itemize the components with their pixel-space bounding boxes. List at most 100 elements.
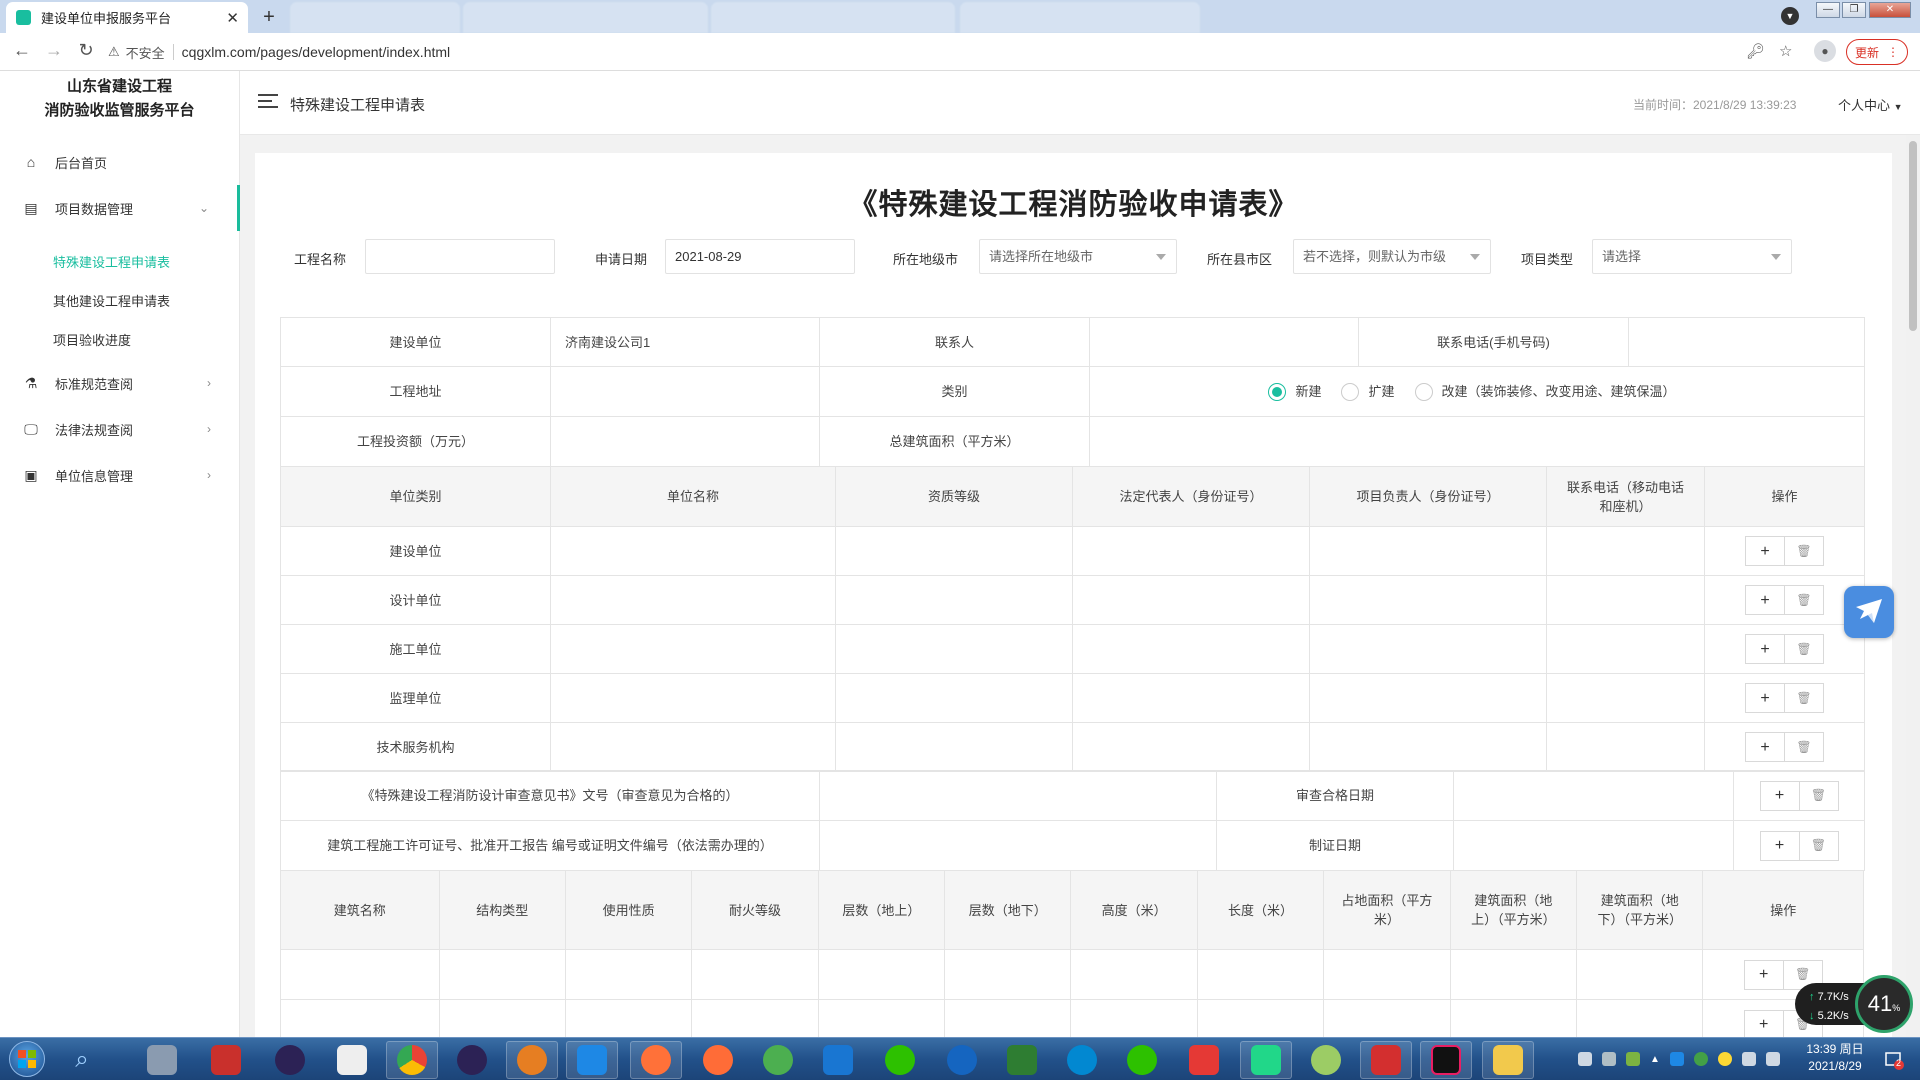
table-cell[interactable]	[835, 624, 1073, 674]
more-menu-icon[interactable]: ⋮	[1887, 45, 1899, 59]
tray-expand-icon[interactable]: ▲	[1650, 1054, 1660, 1065]
wps-icon[interactable]	[1360, 1041, 1412, 1079]
table-cell[interactable]	[1546, 722, 1705, 772]
chrome-icon[interactable]	[386, 1041, 438, 1079]
table-cell[interactable]	[1070, 999, 1198, 1037]
reload-icon[interactable]: ↻	[74, 40, 98, 61]
table-cell[interactable]	[438, 949, 566, 1000]
volume-icon[interactable]	[1741, 1052, 1756, 1066]
table-cell[interactable]	[1309, 575, 1547, 625]
table-cell[interactable]	[550, 673, 836, 723]
table-cell[interactable]	[1449, 949, 1578, 1000]
trash-icon[interactable]: 🗑︎	[1784, 585, 1824, 615]
app-icon[interactable]	[1056, 1041, 1108, 1079]
new-tab-button[interactable]: +	[256, 5, 282, 31]
permit-date-value[interactable]	[1453, 820, 1734, 871]
sidebar-item-home[interactable]: ⌂ 后台首页	[0, 139, 239, 185]
user-center-menu[interactable]: 个人中心 ▼	[1838, 95, 1903, 114]
review-date-value[interactable]	[1453, 770, 1734, 821]
sidebar-subitem-progress[interactable]: 项目验收进度	[0, 321, 239, 360]
update-button[interactable]: 更新 ⋮	[1846, 39, 1908, 65]
scrollbar-thumb[interactable]	[1909, 141, 1917, 331]
taskbar-clock[interactable]: 13:39 周日 2021/8/29	[1790, 1041, 1880, 1075]
table-cell[interactable]	[1309, 624, 1547, 674]
postman-icon[interactable]	[692, 1041, 744, 1079]
folder-icon[interactable]	[1482, 1041, 1534, 1079]
keyboard-icon[interactable]	[1578, 1052, 1592, 1066]
sidebar-item-laws[interactable]: 🖵︎ 法律法规查阅 ›	[0, 406, 239, 452]
table-cell[interactable]	[1323, 999, 1451, 1037]
redis-icon[interactable]	[200, 1041, 252, 1079]
page-scrollbar[interactable]	[1906, 135, 1920, 1037]
trash-icon[interactable]: 🗑︎	[1798, 780, 1839, 811]
table-cell[interactable]	[1546, 526, 1705, 576]
eclipse-icon[interactable]	[264, 1041, 316, 1079]
shield-icon[interactable]	[1669, 1052, 1684, 1066]
url-field[interactable]: ⚠ 不安全 cqgxlm.com/pages/development/index…	[108, 38, 1798, 66]
key-icon[interactable]: 🔑︎	[1746, 42, 1765, 60]
category-radio-expand[interactable]	[1341, 382, 1360, 401]
table-cell[interactable]	[944, 999, 1072, 1037]
maximize-button[interactable]: ❐	[1842, 2, 1866, 18]
plus-icon[interactable]: +	[1745, 683, 1785, 713]
table-cell[interactable]	[550, 624, 836, 674]
hamburger-menu-icon[interactable]	[258, 94, 278, 108]
app-icon[interactable]	[812, 1041, 864, 1079]
table-cell[interactable]	[280, 999, 440, 1037]
table-cell[interactable]	[280, 949, 440, 1000]
table-cell[interactable]	[1576, 949, 1704, 1000]
tray-app-icon[interactable]	[1602, 1052, 1616, 1066]
search-icon[interactable]: ⌕	[56, 1041, 108, 1079]
table-cell[interactable]	[1070, 949, 1198, 1000]
table-cell[interactable]	[691, 949, 819, 1000]
trash-icon[interactable]: 🗑︎	[1784, 732, 1824, 762]
table-cell[interactable]	[817, 949, 946, 1000]
project-type-select[interactable]: 请选择	[1592, 239, 1792, 274]
contact-value[interactable]	[1089, 317, 1359, 367]
plus-icon[interactable]: +	[1759, 780, 1800, 811]
wechat-icon[interactable]	[874, 1041, 926, 1079]
table-cell[interactable]	[1576, 999, 1704, 1037]
firefox-icon[interactable]	[630, 1041, 682, 1079]
forward-icon[interactable]: →	[42, 40, 66, 61]
table-cell[interactable]	[1546, 575, 1705, 625]
app-icon[interactable]	[506, 1041, 558, 1079]
tray-app-icon[interactable]	[1717, 1052, 1732, 1066]
bird-assistant-icon[interactable]	[1844, 586, 1894, 638]
browser-tab-active[interactable]: 建设单位申报服务平台 ✕	[6, 2, 248, 33]
window-close-button[interactable]: ✕	[1869, 2, 1911, 18]
plus-icon[interactable]: +	[1745, 585, 1785, 615]
chat-icon[interactable]	[1300, 1041, 1352, 1079]
table-cell[interactable]	[1449, 999, 1578, 1037]
plus-icon[interactable]: +	[1745, 536, 1785, 566]
apply-date-input[interactable]: 2021-08-29	[665, 239, 855, 274]
profile-avatar-icon[interactable]: ●	[1814, 40, 1836, 62]
table-cell[interactable]	[835, 575, 1073, 625]
table-cell[interactable]	[550, 575, 836, 625]
category-radio-new[interactable]	[1268, 382, 1287, 401]
table-cell[interactable]	[835, 722, 1073, 772]
sidebar-subitem-special[interactable]: 特殊建设工程申请表	[0, 243, 239, 282]
table-cell[interactable]	[1546, 673, 1705, 723]
eclipse-icon[interactable]	[446, 1041, 498, 1079]
network-speed-widget[interactable]: ↑ 7.7K/s ↓ 5.2K/s 41%	[1795, 975, 1915, 1033]
minimize-button[interactable]: —	[1816, 2, 1840, 18]
trash-icon[interactable]: 🗑︎	[1784, 683, 1824, 713]
table-cell[interactable]	[1323, 949, 1451, 1000]
sidebar-item-standards[interactable]: ⚗ 标准规范查阅 ›	[0, 360, 239, 406]
browser-tab-blurred[interactable]	[711, 2, 955, 33]
browser-tab-blurred[interactable]	[960, 2, 1200, 33]
tab-close-icon[interactable]: ✕	[226, 9, 239, 27]
table-cell[interactable]	[1072, 722, 1310, 772]
trash-icon[interactable]: 🗑︎	[1798, 830, 1839, 861]
table-cell[interactable]	[1309, 722, 1547, 772]
app-icon[interactable]	[752, 1041, 804, 1079]
sidebar-item-unit-info[interactable]: ▣ 单位信息管理 ›	[0, 452, 239, 498]
table-cell[interactable]	[1309, 526, 1547, 576]
tab-search-icon[interactable]: ▼	[1781, 7, 1799, 25]
table-cell[interactable]	[835, 673, 1073, 723]
table-cell[interactable]	[1072, 526, 1310, 576]
vscode-icon[interactable]	[566, 1041, 618, 1079]
back-icon[interactable]: ←	[10, 40, 34, 61]
city-select[interactable]: 请选择所在地级市	[979, 239, 1177, 274]
